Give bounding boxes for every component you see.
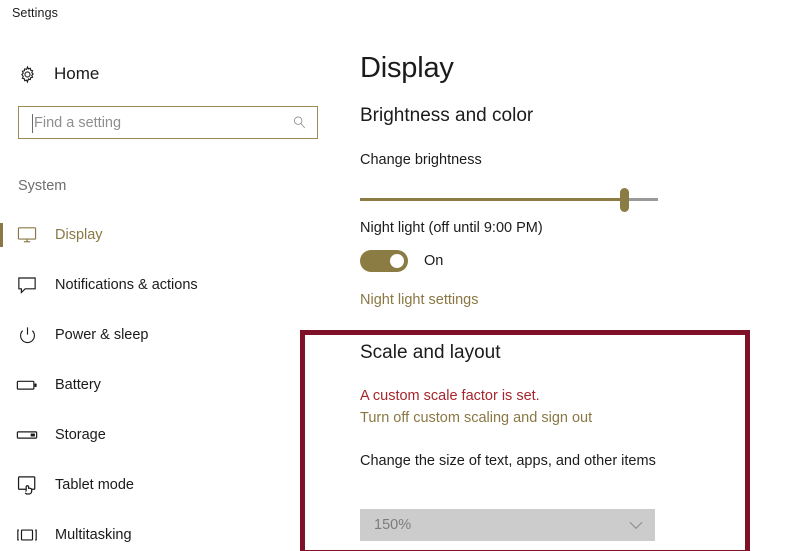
scale-dropdown-value: 150% — [374, 517, 412, 533]
chevron-down-icon — [629, 521, 643, 530]
sidebar-item-home[interactable]: Home — [16, 58, 99, 90]
sidebar-item-power-sleep-label: Power & sleep — [55, 327, 149, 343]
tablet-hand-icon — [16, 474, 38, 496]
night-light-toggle-state: On — [424, 253, 444, 269]
main-content: Display Brightness and color Change brig… — [340, 30, 811, 551]
sidebar-item-multitasking[interactable]: Multitasking — [0, 510, 340, 551]
sidebar-item-display-label: Display — [55, 227, 103, 243]
sidebar-item-battery-label: Battery — [55, 377, 101, 393]
toggle-knob — [390, 254, 404, 268]
scale-group-title: Scale and layout — [360, 342, 501, 363]
sidebar-nav-list: Display Notifications & actions Power & … — [0, 210, 340, 551]
battery-icon — [16, 374, 38, 396]
search-icon[interactable] — [287, 115, 317, 130]
sidebar-item-battery[interactable]: Battery — [0, 360, 340, 410]
window-title: Settings — [12, 6, 58, 20]
sidebar-item-home-label: Home — [54, 64, 100, 83]
sidebar-item-notifications[interactable]: Notifications & actions — [0, 260, 340, 310]
sidebar-item-power-sleep[interactable]: Power & sleep — [0, 310, 340, 360]
speech-bubble-icon — [16, 274, 38, 296]
sidebar-item-tablet-mode-label: Tablet mode — [55, 477, 134, 493]
sidebar-item-notifications-label: Notifications & actions — [55, 277, 198, 293]
storage-icon — [16, 424, 38, 446]
custom-scale-warning: A custom scale factor is set. — [360, 388, 540, 404]
search-input[interactable] — [19, 114, 287, 131]
search-box[interactable] — [18, 106, 318, 139]
brightness-slider-thumb[interactable] — [620, 188, 629, 212]
sidebar-item-storage-label: Storage — [55, 427, 106, 443]
multitasking-icon — [16, 524, 38, 546]
title-bar: Settings — [0, 0, 811, 30]
change-brightness-label: Change brightness — [360, 152, 482, 168]
sidebar-item-display[interactable]: Display — [0, 210, 340, 260]
search-caret — [32, 114, 33, 133]
brightness-slider-fill — [360, 198, 624, 201]
monitor-icon — [16, 224, 38, 246]
change-size-label: Change the size of text, apps, and other… — [360, 453, 656, 469]
sidebar-item-multitasking-label: Multitasking — [55, 527, 132, 543]
turn-off-custom-scaling-link[interactable]: Turn off custom scaling and sign out — [360, 410, 592, 426]
power-icon — [16, 324, 38, 346]
sidebar-item-storage[interactable]: Storage — [0, 410, 340, 460]
night-light-label: Night light (off until 9:00 PM) — [360, 220, 543, 236]
brightness-slider[interactable] — [360, 185, 658, 215]
sidebar-section-header: System — [18, 178, 67, 194]
night-light-toggle-row: On — [360, 250, 443, 272]
sidebar: Home System Display — [0, 30, 340, 551]
gear-icon — [16, 63, 38, 85]
page-title: Display — [360, 52, 454, 84]
brightness-group-title: Brightness and color — [360, 105, 534, 126]
scale-dropdown[interactable]: 150% — [360, 509, 655, 541]
sidebar-item-tablet-mode[interactable]: Tablet mode — [0, 460, 340, 510]
night-light-settings-link[interactable]: Night light settings — [360, 292, 478, 308]
night-light-toggle[interactable] — [360, 250, 408, 272]
